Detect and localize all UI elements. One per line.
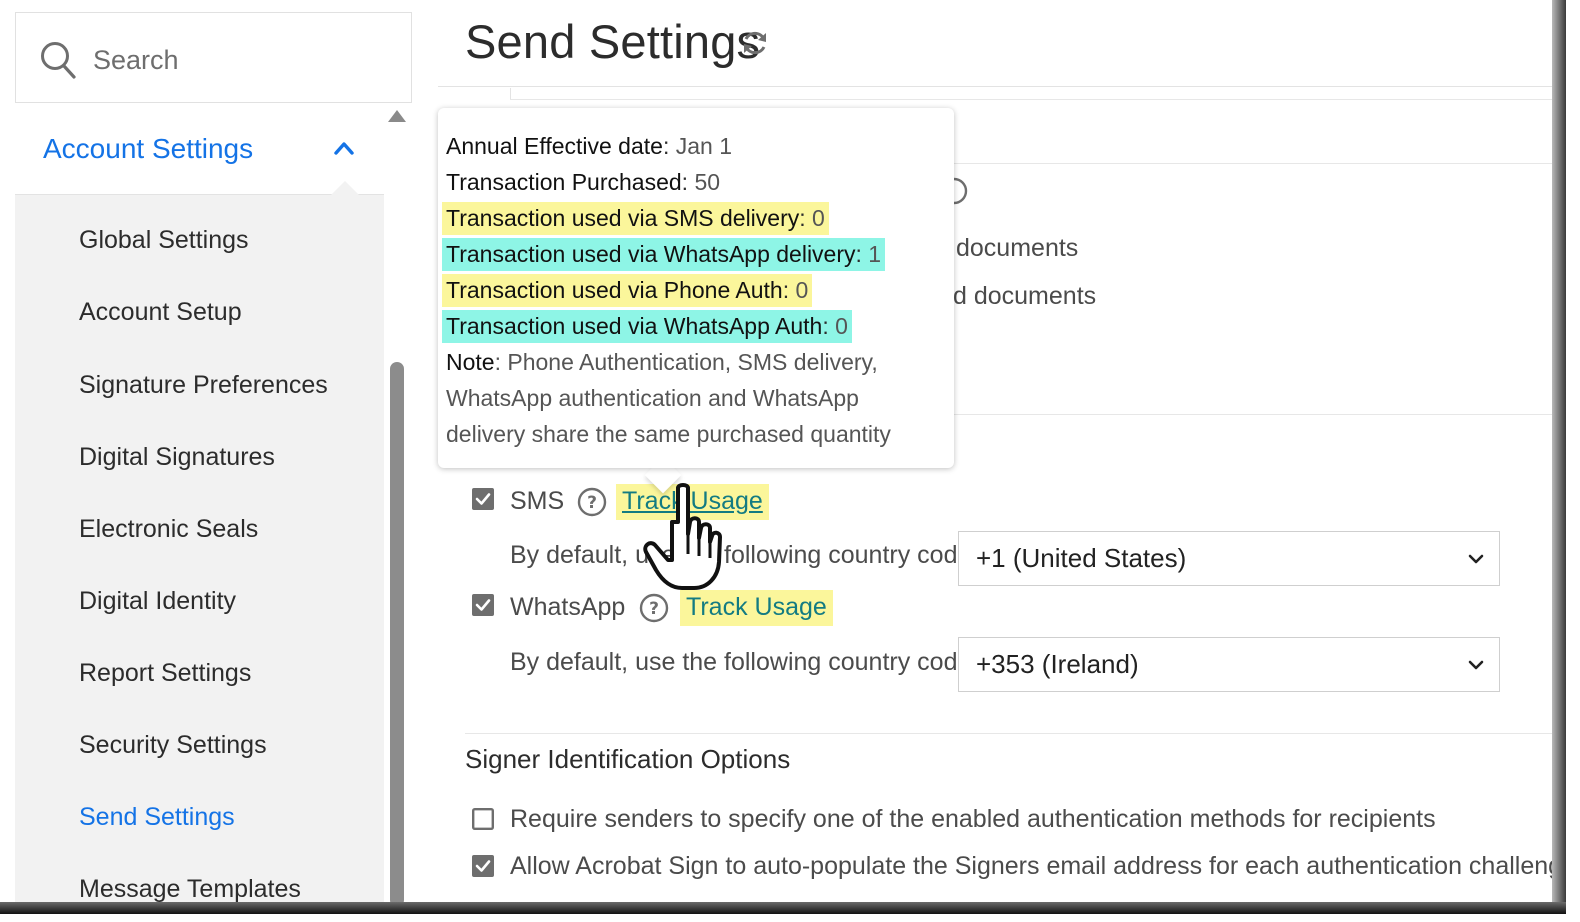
tooltip-value: 0 [795, 277, 809, 303]
auto-populate-email-checkbox[interactable] [472, 855, 494, 877]
whatsapp-checkbox[interactable] [472, 594, 494, 616]
help-icon[interactable]: ? [577, 487, 607, 517]
sms-checkbox[interactable] [472, 488, 494, 510]
whatsapp-label: WhatsApp [510, 593, 626, 621]
auto-populate-email-label: Allow Acrobat Sign to auto-populate the … [510, 852, 1566, 880]
require-auth-checkbox[interactable] [472, 808, 494, 830]
divider [940, 414, 1552, 415]
hand-pointer-cursor-icon [643, 483, 722, 590]
tooltip-note-text: delivery share the same purchased quanti… [446, 421, 891, 447]
tooltip-note: Note: Phone Authentication, SMS delivery… [446, 349, 878, 375]
account-settings-menu: Global Settings Account Setup Signature … [15, 195, 384, 904]
sidebar-item-electronic-seals[interactable]: Electronic Seals [79, 515, 258, 544]
search-input[interactable]: Search [15, 12, 412, 103]
tooltip-value: 50 [694, 169, 721, 195]
scrollbar-thumb[interactable] [390, 362, 404, 907]
whatsapp-track-usage-label: Track Usage [686, 593, 827, 621]
whatsapp-track-usage-link[interactable]: Track Usage [680, 590, 833, 626]
tooltip-key: Transaction used via WhatsApp delivery [446, 241, 856, 267]
svg-text:?: ? [649, 599, 659, 619]
tooltip-note-text: WhatsApp authentication and WhatsApp [446, 385, 859, 411]
account-settings-header[interactable]: Account Settings [15, 103, 384, 195]
tooltip-value: 0 [835, 313, 848, 339]
sidebar-item-digital-signatures[interactable]: Digital Signatures [79, 443, 275, 472]
tooltip-key: Transaction used via SMS delivery [446, 205, 800, 231]
search-placeholder: Search [93, 45, 179, 75]
tooltip-note-text: Phone Authentication, SMS delivery, [507, 349, 878, 375]
signer-identification-heading: Signer Identification Options [465, 744, 791, 774]
background-option-text: d documents [953, 282, 1097, 310]
divider [510, 99, 1552, 100]
sidebar-item-message-templates[interactable]: Message Templates [79, 875, 301, 904]
tooltip-key: Annual Effective date [446, 133, 663, 159]
sidebar-item-security-settings[interactable]: Security Settings [79, 731, 267, 760]
background-option-text: documents [956, 234, 1079, 262]
whatsapp-country-select[interactable]: +353 (Ireland) [958, 637, 1500, 692]
sidebar-item-signature-preferences[interactable]: Signature Preferences [79, 371, 328, 400]
sms-country-prompt: By default, use the following country co… [510, 541, 979, 569]
sms-label: SMS [510, 487, 565, 515]
scroll-up-arrow-icon[interactable] [388, 110, 406, 122]
chevron-down-icon [1468, 660, 1484, 670]
sms-country-select[interactable]: +1 (United States) [958, 531, 1500, 586]
sidebar-item-account-setup[interactable]: Account Setup [79, 298, 242, 327]
tooltip-note-key: Note [446, 349, 495, 375]
tooltip-key: Transaction Purchased [446, 169, 682, 195]
tooltip-value: Jan 1 [675, 133, 732, 159]
tooltip-line: Transaction Purchased: 50 [446, 169, 721, 195]
chevron-down-icon [1468, 554, 1484, 564]
divider [465, 733, 1552, 734]
window-shadow [1552, 0, 1566, 912]
tooltip-value: 1 [868, 241, 882, 267]
sidebar-item-global-settings[interactable]: Global Settings [79, 226, 249, 255]
require-auth-label: Require senders to specify one of the en… [510, 805, 1436, 833]
whatsapp-country-value: +353 (Ireland) [976, 649, 1139, 679]
tooltip-line-highlighted: Transaction used via WhatsApp delivery: … [442, 238, 886, 271]
window-shadow [0, 902, 1566, 914]
tooltip-line-highlighted: Transaction used via Phone Auth: 0 [442, 274, 813, 307]
tooltip-line-highlighted: Transaction used via SMS delivery: 0 [442, 202, 829, 235]
chevron-up-icon[interactable] [333, 139, 355, 157]
svg-text:?: ? [587, 493, 597, 513]
sidebar: Search Account Settings Global Settings … [15, 12, 412, 904]
page-title: Send Settings [465, 15, 761, 68]
sidebar-item-send-settings[interactable]: Send Settings [79, 803, 235, 832]
tooltip-key: Transaction used via WhatsApp Auth [446, 313, 823, 339]
whatsapp-country-prompt: By default, use the following country co… [510, 648, 979, 676]
help-icon[interactable]: ? [639, 593, 669, 623]
account-settings-title: Account Settings [43, 133, 254, 164]
active-section-notch [331, 181, 359, 195]
sms-country-value: +1 (United States) [976, 543, 1187, 573]
tooltip-value: 0 [812, 205, 825, 231]
tooltip-key: Transaction used via Phone Auth [446, 277, 783, 303]
divider [438, 86, 1552, 87]
window: Search Account Settings Global Settings … [0, 0, 1566, 910]
sidebar-item-report-settings[interactable]: Report Settings [79, 659, 251, 688]
tooltip-line-highlighted: Transaction used via WhatsApp Auth: 0 [442, 310, 852, 343]
tooltip-line: Annual Effective date: Jan 1 [446, 133, 732, 159]
refresh-icon[interactable] [740, 28, 770, 58]
track-usage-tooltip: Annual Effective date: Jan 1 Transaction… [438, 108, 954, 468]
divider [940, 163, 1552, 164]
search-icon [41, 42, 76, 79]
sidebar-item-digital-identity[interactable]: Digital Identity [79, 587, 236, 616]
